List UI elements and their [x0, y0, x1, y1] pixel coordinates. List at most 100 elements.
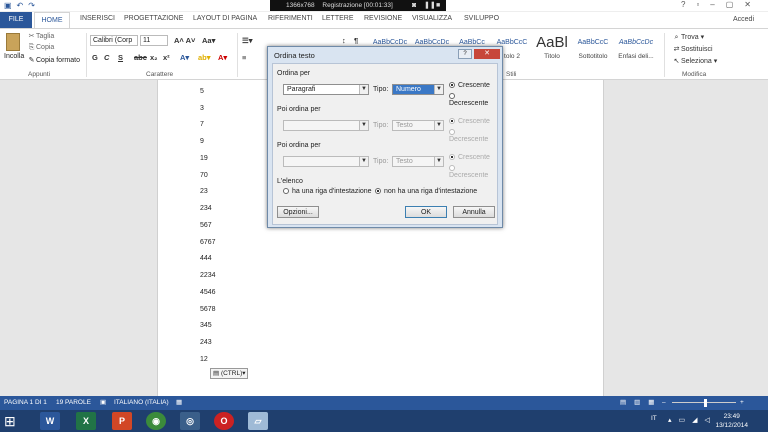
zoom-knob[interactable]	[704, 399, 707, 407]
paste-button[interactable]: Incolla	[4, 53, 24, 60]
powerpoint-taskbar-icon[interactable]: P	[112, 412, 132, 430]
paste-icon[interactable]	[6, 33, 20, 51]
clock-time: 23:49	[723, 413, 740, 420]
style-title[interactable]: AaBl Titolo	[532, 33, 572, 67]
chrome-taskbar-icon[interactable]: ◉	[146, 412, 166, 430]
ascending-radio[interactable]: Crescente	[449, 82, 490, 89]
then-ascending-radio-2[interactable]: Crescente	[449, 154, 490, 161]
excel-taskbar-icon[interactable]: X	[76, 412, 96, 430]
italic-icon[interactable]: C	[104, 53, 109, 62]
radio-dot	[449, 165, 455, 171]
has-header-radio[interactable]: ha una riga d'intestazione	[283, 188, 372, 195]
cancel-button[interactable]: Annulla	[453, 206, 495, 218]
pilcrow-icon[interactable]: ¶	[354, 36, 358, 45]
highlight-icon[interactable]: ab▾	[198, 53, 211, 62]
replace-button[interactable]: ⇄ Sostituisci	[672, 45, 713, 53]
stop-icon[interactable]: ■	[436, 0, 440, 11]
options-button[interactable]: Opzioni...	[277, 206, 319, 218]
paste-options-tag[interactable]: ▤ (CTRL)▾	[210, 368, 248, 379]
close-button[interactable]: ✕	[474, 49, 500, 59]
macro-icon[interactable]: ▦	[176, 396, 182, 410]
cut-label: Taglia	[36, 33, 55, 40]
align-left-icon[interactable]: ≡	[242, 53, 246, 62]
language-status[interactable]: ITALIANO (ITALIA)	[114, 396, 169, 410]
font-color-icon[interactable]: A▾	[218, 53, 227, 62]
app-taskbar-icon[interactable]: ◎	[180, 412, 200, 430]
language-indicator[interactable]: IT	[651, 415, 657, 422]
strikethrough-icon[interactable]: abc	[134, 53, 147, 62]
pause-icon[interactable]: ❚❚	[424, 0, 436, 11]
paste-tag-label: (CTRL)	[220, 370, 243, 377]
then-by-select-2[interactable]: ▼	[283, 156, 369, 167]
sort-by-select[interactable]: Paragrafi ▼	[283, 84, 369, 95]
radio-dot	[449, 129, 455, 135]
find-button[interactable]: ⌕ Trova ▾	[672, 33, 705, 42]
then-type-select[interactable]: Testo ▼	[392, 120, 444, 131]
list-item: 567	[200, 222, 212, 229]
style-name: Sottotitolo	[578, 53, 608, 60]
tab-mailings[interactable]: LETTERE	[322, 15, 354, 22]
sort-icon[interactable]: ↕	[342, 36, 346, 45]
tab-page-layout[interactable]: LAYOUT DI PAGINA	[193, 15, 257, 22]
tab-home[interactable]: HOME	[34, 12, 70, 28]
superscript-icon[interactable]: x²	[163, 53, 170, 62]
then-ascending-radio[interactable]: Crescente	[449, 118, 490, 125]
help-button[interactable]: ?	[458, 49, 472, 59]
chevron-down-icon: ▼	[359, 85, 368, 94]
no-header-radio[interactable]: non ha una riga d'intestazione	[375, 188, 477, 195]
window-controls[interactable]: ?▫–▢✕	[681, 0, 762, 9]
folder-taskbar-icon[interactable]: ▱	[248, 412, 268, 430]
no-header-label: non ha una riga d'intestazione	[384, 188, 478, 195]
then-descending-radio[interactable]: Decrescente	[449, 129, 497, 143]
radio-dot	[449, 93, 455, 99]
cut-button[interactable]: ✂ Taglia	[27, 32, 55, 40]
bold-icon[interactable]: G	[92, 53, 98, 62]
status-bar: PAGINA 1 DI 1 19 PAROLE ▣ ITALIANO (ITAL…	[0, 396, 768, 410]
list-item: 70	[200, 172, 208, 179]
type-value: Numero	[396, 86, 421, 93]
word-count[interactable]: 19 PAROLE	[56, 396, 91, 410]
ok-button[interactable]: OK	[405, 206, 447, 218]
system-tray-icons[interactable]: ▴▭◢◁	[668, 416, 717, 424]
tab-file[interactable]: FILE	[0, 12, 32, 28]
tab-references[interactable]: RIFERIMENTI	[268, 15, 313, 22]
opera-taskbar-icon[interactable]: O	[214, 412, 234, 430]
style-subtitle[interactable]: AaBbCcC Sottotitolo	[573, 33, 613, 67]
then-type-select-2[interactable]: Testo ▼	[392, 156, 444, 167]
tab-design[interactable]: PROGETTAZIONE	[124, 15, 183, 22]
then-type-value-2: Testo	[396, 158, 413, 165]
then-descending-radio-2[interactable]: Decrescente	[449, 165, 497, 179]
page-count[interactable]: PAGINA 1 DI 1	[4, 396, 47, 410]
sign-in-link[interactable]: Accedi	[733, 16, 754, 23]
copy-button[interactable]: ⎘ Copia	[27, 44, 55, 52]
type-select[interactable]: Numero ▼	[392, 84, 444, 95]
style-subtle-emphasis[interactable]: AaBbCcDc Enfasi deli...	[614, 33, 658, 67]
tab-insert[interactable]: INSERISCI	[80, 15, 115, 22]
word-taskbar-icon[interactable]: W	[40, 412, 60, 430]
then-by-select[interactable]: ▼	[283, 120, 369, 131]
font-size-select[interactable]: 11	[140, 35, 168, 46]
tab-developer[interactable]: SVILUPPO	[464, 15, 499, 22]
ribbon-tabs: FILE HOME INSERISCI PROGETTAZIONE LAYOUT…	[0, 12, 768, 28]
subscript-icon[interactable]: x₂	[150, 53, 158, 62]
format-painter-button[interactable]: ✎ Copia formato	[27, 56, 80, 64]
underline-icon[interactable]: S	[118, 53, 123, 62]
grow-font-icon[interactable]: A˄ A˅	[174, 36, 195, 45]
proofing-icon[interactable]: ▣	[100, 396, 106, 410]
camera-icon[interactable]: ◙	[412, 0, 416, 11]
zoom-out-icon[interactable]: –	[662, 396, 666, 410]
list-item: 6767	[200, 239, 216, 246]
clock[interactable]: 23:49 13/12/2014	[715, 412, 748, 430]
quick-access-toolbar[interactable]: ▣↶↷	[4, 1, 40, 10]
change-case-icon[interactable]: Aa▾	[202, 36, 215, 45]
descending-radio[interactable]: Decrescente	[449, 93, 497, 107]
view-buttons[interactable]: ▤▥▦	[620, 396, 662, 410]
select-button[interactable]: ↖ Seleziona ▾	[672, 57, 718, 65]
zoom-in-icon[interactable]: +	[740, 396, 744, 410]
windows-start-icon[interactable]: ⊞	[4, 413, 16, 430]
bullets-icon[interactable]: ☰▾	[242, 36, 253, 45]
tab-view[interactable]: VISUALIZZA	[412, 15, 452, 22]
font-name-select[interactable]: Calibri (Corp	[90, 35, 138, 46]
tab-review[interactable]: REVISIONE	[364, 15, 402, 22]
text-effects-icon[interactable]: A▾	[180, 53, 189, 62]
